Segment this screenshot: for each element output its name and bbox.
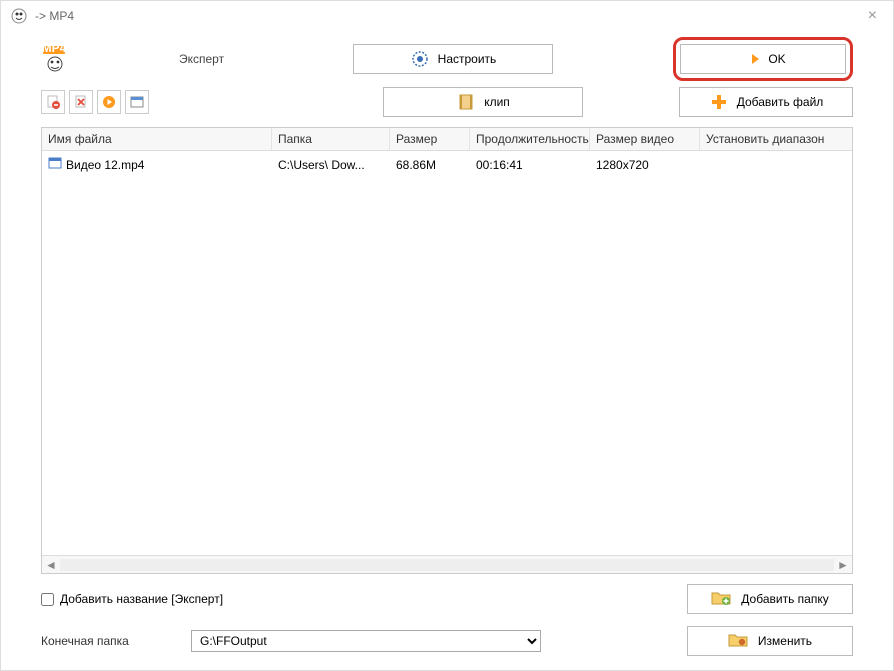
dest-folder-select[interactable]: G:\FFOutput	[191, 630, 541, 652]
window-title: -> MP4	[35, 9, 862, 23]
add-title-checkbox[interactable]	[41, 593, 54, 606]
horizontal-scrollbar[interactable]: ◄ ►	[42, 555, 852, 573]
cell-duration: 00:16:41	[470, 154, 590, 175]
clip-label: клип	[484, 95, 510, 109]
plus-icon	[709, 92, 729, 112]
arrow-right-icon	[740, 49, 760, 69]
ok-highlight: OK	[673, 37, 853, 81]
titlebar: -> MP4 ×	[1, 1, 893, 31]
table-header: Имя файла Папка Размер Продолжительность…	[42, 128, 852, 151]
add-file-label: Добавить файл	[737, 95, 824, 109]
add-folder-label: Добавить папку	[741, 592, 828, 606]
configure-button[interactable]: Настроить	[353, 44, 553, 74]
cell-video-size: 1280x720	[590, 154, 700, 175]
properties-button[interactable]	[125, 90, 149, 114]
change-button[interactable]: Изменить	[687, 626, 853, 656]
cell-range	[700, 154, 852, 175]
clip-button[interactable]: клип	[383, 87, 583, 117]
table-row[interactable]: Видео 12.mp4 C:\Users\ Dow... 68.86M 00:…	[42, 151, 852, 178]
delete-button[interactable]	[69, 90, 93, 114]
folder-open-icon	[728, 632, 748, 651]
gear-icon	[410, 49, 430, 69]
col-name[interactable]: Имя файла	[42, 128, 272, 150]
format-badge: MP4	[41, 45, 69, 73]
scroll-right-icon[interactable]: ►	[834, 557, 852, 573]
add-title-label: Добавить название [Эксперт]	[60, 592, 223, 606]
col-folder[interactable]: Папка	[272, 128, 390, 150]
file-table: Имя файла Папка Размер Продолжительность…	[41, 127, 853, 574]
add-file-button[interactable]: Добавить файл	[679, 87, 853, 117]
add-title-checkbox-wrap[interactable]: Добавить название [Эксперт]	[41, 592, 223, 606]
cell-name: Видео 12.mp4	[66, 158, 144, 172]
app-window: { "titlebar": { "title": "-> MP4" }, "to…	[0, 0, 894, 671]
close-icon[interactable]: ×	[862, 7, 883, 25]
col-size[interactable]: Размер	[390, 128, 470, 150]
scroll-left-icon[interactable]: ◄	[42, 557, 60, 573]
cell-size: 68.86M	[390, 154, 470, 175]
cell-folder: C:\Users\ Dow...	[272, 154, 390, 175]
folder-plus-icon	[711, 590, 731, 609]
video-file-icon	[48, 156, 62, 173]
remove-item-button[interactable]	[41, 90, 65, 114]
ok-label: OK	[768, 52, 785, 66]
table-body: Видео 12.mp4 C:\Users\ Dow... 68.86M 00:…	[42, 151, 852, 555]
change-label: Изменить	[758, 634, 812, 648]
col-duration[interactable]: Продолжительность	[470, 128, 590, 150]
svg-text:MP4: MP4	[42, 45, 67, 55]
expert-label: Эксперт	[179, 52, 224, 66]
ok-button[interactable]: OK	[680, 44, 846, 74]
play-button[interactable]	[97, 90, 121, 114]
configure-label: Настроить	[438, 52, 497, 66]
toolbar: MP4 Эксперт Настроить OK	[1, 31, 893, 127]
dest-label: Конечная папка	[41, 634, 181, 648]
filmstrip-icon	[456, 92, 476, 112]
scroll-track[interactable]	[60, 559, 834, 571]
bottom-panel: Добавить название [Эксперт] Добавить пап…	[1, 574, 893, 670]
col-range[interactable]: Установить диапазон	[700, 128, 852, 150]
col-video-size[interactable]: Размер видео	[590, 128, 700, 150]
app-icon	[11, 8, 27, 24]
add-folder-button[interactable]: Добавить папку	[687, 584, 853, 614]
